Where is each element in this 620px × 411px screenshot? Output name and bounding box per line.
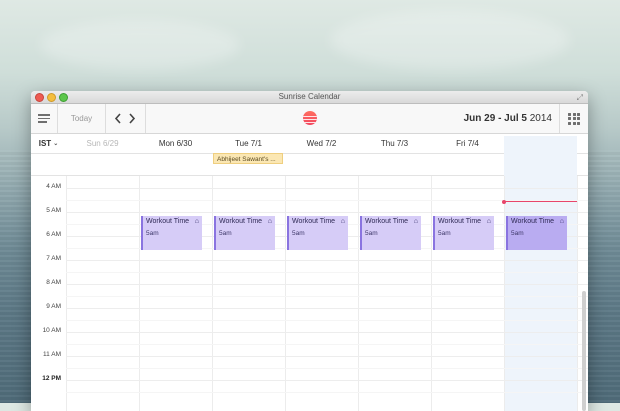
hour-label: 8 AM [46, 279, 61, 286]
home-icon: ⌂ [413, 218, 418, 225]
event-title: Workout Time [511, 218, 555, 225]
date-range: Jun 29 - Jul 5 2014 [464, 104, 552, 133]
hour-label: 9 AM [46, 303, 61, 310]
minimize-window-button[interactable] [47, 93, 56, 102]
event-time: 5am [511, 230, 524, 237]
event-title: Workout Time [219, 218, 263, 225]
event-time: 5am [365, 230, 378, 237]
home-icon: ⌂ [267, 218, 272, 225]
event-time: 5am [292, 230, 305, 237]
event-time: 5am [219, 230, 232, 237]
current-time-indicator [502, 199, 506, 204]
window-controls [35, 93, 68, 102]
vertical-scrollbar[interactable] [582, 291, 586, 411]
toolbar: Today Jun 29 - Jul 5 2014 [31, 104, 588, 134]
time-grid: 4 AM 5 AM 6 AM 7 AM 8 AM 9 AM 10 AM 11 AM 12 PM … [31, 136, 588, 411]
chevron-right-icon [129, 113, 136, 124]
today-button[interactable]: Today [58, 104, 106, 133]
hour-label: 5 AM [46, 207, 61, 214]
day-header[interactable]: Mon 6/30 [139, 133, 212, 153]
window-title: Sunrise Calendar [278, 92, 341, 101]
hour-label: 11 AM [43, 351, 61, 358]
event-title: Workout Time [292, 218, 336, 225]
event-card[interactable]: Workout Time ⌂ 5am [141, 216, 202, 250]
event-card[interactable]: Workout Time ⌂ 5am [506, 216, 567, 250]
current-time-line [504, 201, 577, 202]
event-title: Workout Time [365, 218, 409, 225]
today-column-highlight [504, 136, 577, 411]
date-range-dates: Jun 29 - Jul 5 [463, 113, 527, 124]
event-card[interactable]: Workout Time ⌂ 5am [360, 216, 421, 250]
hour-label: 7 AM [46, 255, 61, 262]
apps-grid-button[interactable] [559, 104, 588, 133]
title-bar: Sunrise Calendar ⤢ [31, 91, 588, 104]
sunrise-logo-icon [303, 111, 317, 125]
menu-button[interactable] [31, 104, 58, 133]
zoom-window-button[interactable] [59, 93, 68, 102]
hour-label: 10 AM [42, 327, 61, 334]
close-window-button[interactable] [35, 93, 44, 102]
event-card[interactable]: Workout Time ⌂ 5am [214, 216, 275, 250]
all-day-event[interactable]: Abhijeet Sawant's ... [213, 153, 283, 164]
event-time: 5am [438, 230, 451, 237]
event-title: Workout Time [438, 218, 482, 225]
date-range-year: 2014 [526, 113, 552, 124]
home-icon: ⌂ [559, 218, 564, 225]
hour-label: 6 AM [46, 231, 61, 238]
timezone-label: IST [38, 138, 52, 148]
event-card[interactable]: Workout Time ⌂ 5am [433, 216, 494, 250]
calendar-window: Sunrise Calendar ⤢ Today Jun 29 - Jul 5 … [31, 91, 588, 411]
timezone-selector[interactable]: IST ⌄ [31, 133, 66, 153]
day-header[interactable]: Wed 7/2 [285, 133, 358, 153]
day-header[interactable]: Sun 6/29 [66, 133, 139, 153]
day-header[interactable]: Thu 7/3 [358, 133, 431, 153]
fullscreen-icon[interactable]: ⤢ [577, 92, 583, 104]
event-title: Workout Time [146, 218, 190, 225]
previous-week-button[interactable] [111, 104, 125, 133]
hour-label: 12 PM [42, 375, 61, 382]
day-header[interactable]: Tue 7/1 [212, 133, 285, 153]
home-icon: ⌂ [194, 218, 199, 225]
home-icon: ⌂ [340, 218, 345, 225]
chevron-left-icon [114, 113, 121, 124]
chevron-down-icon: ⌄ [53, 140, 59, 147]
event-time: 5am [146, 230, 159, 237]
next-week-button[interactable] [125, 104, 139, 133]
event-card[interactable]: Workout Time ⌂ 5am [287, 216, 348, 250]
home-icon: ⌂ [486, 218, 491, 225]
day-header[interactable]: Fri 7/4 [431, 133, 504, 153]
hour-label: 4 AM [46, 183, 61, 190]
